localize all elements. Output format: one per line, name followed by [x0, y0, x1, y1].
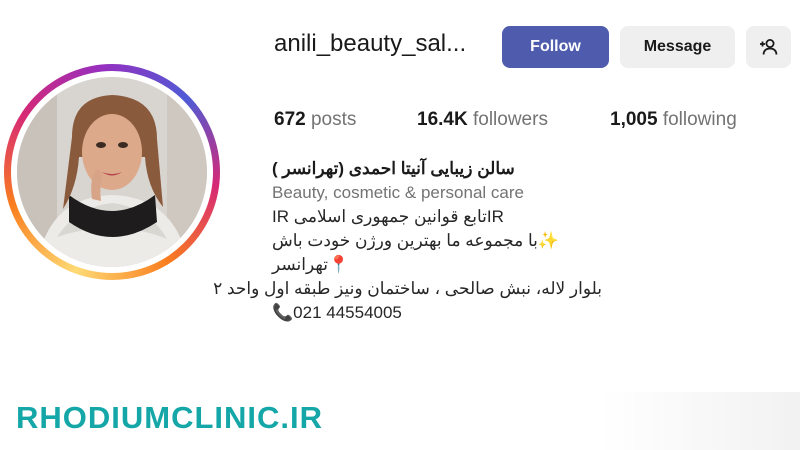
avatar-border: [11, 71, 213, 273]
profile-category: Beauty, cosmetic & personal care: [272, 183, 524, 202]
profile-bio: سالن زیبایی آنیتا احمدی (تهرانسر ) Beaut…: [213, 157, 602, 325]
following-count: 1,005: [610, 109, 658, 130]
follow-button[interactable]: Follow: [502, 26, 609, 68]
followers-count: 16.4K: [417, 109, 468, 130]
bio-line-5: 📞021 44554005: [272, 303, 402, 322]
bio-line-2: ✨با مجموعه ما بهترین ورژن خودت باش: [272, 231, 560, 250]
following-stat[interactable]: 1,005 following: [610, 109, 737, 131]
bottom-right-shade: [600, 392, 800, 450]
bio-line-1: IR تابع قوانین جمهوری اسلامیIR: [272, 207, 504, 226]
bio-line-3: 📍تهرانسر: [272, 255, 350, 274]
message-button[interactable]: Message: [620, 26, 735, 68]
profile-avatar-ring[interactable]: [4, 64, 220, 280]
profile-display-name: سالن زیبایی آنیتا احمدی (تهرانسر ): [272, 159, 515, 178]
avatar[interactable]: [17, 77, 207, 267]
posts-stat: 672 posts: [274, 109, 356, 131]
avatar-photo-illustration: [17, 77, 207, 267]
followers-label: followers: [472, 109, 548, 130]
followers-stat[interactable]: 16.4K followers: [417, 109, 548, 131]
posts-count: 672: [274, 109, 306, 130]
following-label: following: [662, 109, 737, 130]
bio-line-4: بلوار لاله، نبش صالحی ، ساختمان ونیز طبق…: [213, 279, 602, 298]
add-user-button[interactable]: [746, 26, 791, 68]
add-user-icon: [759, 39, 777, 55]
watermark-text: RHODIUMCLINIC.IR: [16, 400, 324, 435]
posts-label: posts: [310, 109, 357, 130]
profile-username: anili_beauty_sal...: [274, 30, 467, 57]
